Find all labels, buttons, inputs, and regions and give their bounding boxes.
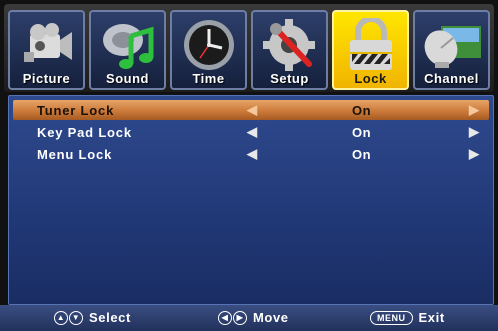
row-value: On <box>352 103 372 118</box>
row-value: On <box>352 147 372 162</box>
right-arrow-icon[interactable]: ▶ <box>469 102 479 118</box>
row-value: On <box>352 125 372 140</box>
menu-key-icon: MENU <box>370 310 413 325</box>
tab-label: Channel <box>424 71 479 86</box>
help-move-label: Move <box>253 310 289 325</box>
up-key-icon: ▲ <box>54 310 68 325</box>
tab-time[interactable]: Time <box>170 10 247 90</box>
help-bar: ▲ ▼ Select ◀ ▶ Move MENU Exit <box>0 305 498 331</box>
menu-row-key-pad-lock[interactable]: Key Pad Lock ◀ On ▶ <box>13 122 489 142</box>
row-label: Menu Lock <box>37 147 113 162</box>
left-arrow-icon[interactable]: ◀ <box>247 124 257 140</box>
menu-row-menu-lock[interactable]: Menu Lock ◀ On ▶ <box>13 144 489 164</box>
tab-bar: Picture Sound Time Setup Lock Channel <box>4 4 494 92</box>
help-exit: MENU Exit <box>370 310 445 325</box>
left-key-icon: ◀ <box>218 310 232 325</box>
padlock-icon <box>350 18 392 70</box>
left-arrow-icon[interactable]: ◀ <box>247 146 257 162</box>
tab-label: Sound <box>106 71 149 86</box>
tab-label: Time <box>192 71 225 86</box>
tab-label: Picture <box>22 71 71 86</box>
right-arrow-icon[interactable]: ▶ <box>469 124 479 140</box>
gear-wrench-icon <box>263 19 315 71</box>
music-note-icon <box>103 24 154 69</box>
tab-setup[interactable]: Setup <box>251 10 328 90</box>
row-label: Key Pad Lock <box>37 125 132 140</box>
right-key-icon: ▶ <box>233 310 247 325</box>
down-key-icon: ▼ <box>69 310 83 325</box>
lock-settings-panel: Tuner Lock ◀ On ▶ Key Pad Lock ◀ On ▶ Me… <box>8 95 494 305</box>
help-select-label: Select <box>89 310 131 325</box>
tab-label: Lock <box>354 71 387 86</box>
tab-label: Setup <box>270 71 309 86</box>
tab-picture[interactable]: Picture <box>8 10 85 90</box>
tab-lock[interactable]: Lock <box>332 10 409 90</box>
row-label: Tuner Lock <box>37 103 115 118</box>
right-arrow-icon[interactable]: ▶ <box>469 146 479 162</box>
tab-channel[interactable]: Channel <box>413 10 490 90</box>
tab-sound[interactable]: Sound <box>89 10 166 90</box>
satellite-dish-icon <box>424 26 481 68</box>
help-select: ▲ ▼ Select <box>54 310 131 325</box>
left-arrow-icon[interactable]: ◀ <box>247 102 257 118</box>
clock-icon <box>184 20 234 70</box>
menu-row-tuner-lock[interactable]: Tuner Lock ◀ On ▶ <box>13 100 489 120</box>
help-exit-label: Exit <box>418 310 445 325</box>
tv-menu-screen: Picture Sound Time Setup Lock Channel Tu… <box>0 0 498 331</box>
camcorder-icon <box>24 23 72 62</box>
help-move: ◀ ▶ Move <box>218 310 289 325</box>
